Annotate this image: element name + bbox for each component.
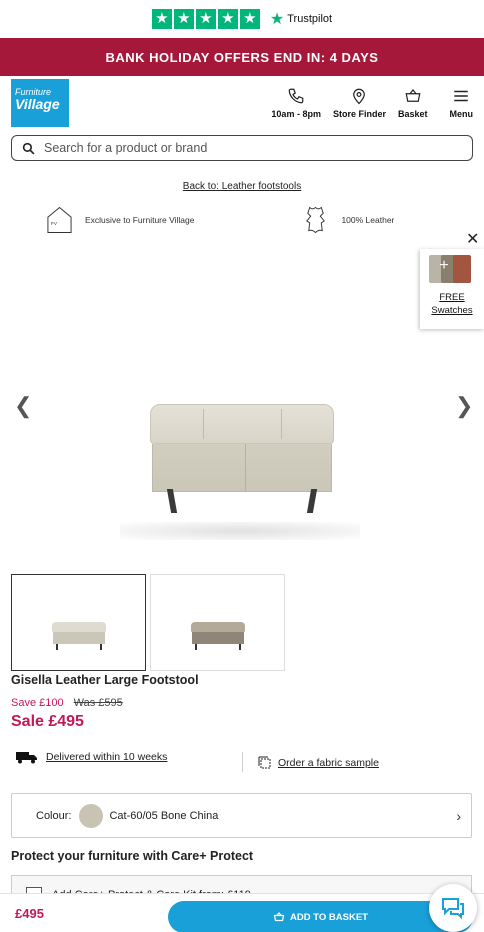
house-logo-icon: FV <box>47 206 72 234</box>
banner-text: BANK HOLIDAY OFFERS END IN: <box>105 49 326 65</box>
brand-logo[interactable]: Furniture Village <box>11 79 69 127</box>
phone-icon <box>288 88 304 104</box>
star-icon: ★ <box>217 9 238 29</box>
opening-hours-button[interactable]: 10am - 8pm <box>271 87 321 119</box>
free-swatches-tab[interactable]: + FREE Swatches <box>420 249 484 329</box>
swatches-free-label: FREE <box>439 292 465 303</box>
price-savings: Save £100 Was £595 <box>11 697 123 709</box>
trustpilot-brand: Trustpilot <box>287 13 333 25</box>
star-icon: ★ <box>173 9 194 29</box>
protect-heading: Protect your furniture with Care+ Protec… <box>11 849 254 863</box>
colour-value: Cat-60/05 Bone China <box>109 809 219 822</box>
product-shadow <box>120 522 360 540</box>
divider <box>242 752 243 772</box>
colour-swatch <box>79 803 104 828</box>
colour-selector[interactable]: Colour: Cat-60/05 Bone China › <box>11 793 472 838</box>
swatch-bundle-icon: + <box>429 255 475 287</box>
close-icon[interactable]: ✕ <box>466 229 479 249</box>
usp-exclusive-label: Exclusive to Furniture Village <box>85 215 195 225</box>
svg-text:FV: FV <box>51 221 58 227</box>
site-header: Furniture Village 10am - 8pm Store Finde… <box>0 77 484 129</box>
was-price: Was £595 <box>73 697 123 709</box>
chat-bubble-icon <box>442 898 464 920</box>
delivery-link[interactable]: Delivered within 10 weeks <box>46 751 167 763</box>
add-to-basket-label: ADD TO BASKET <box>290 911 368 923</box>
trustpilot-bar[interactable]: ★ ★ ★ ★ ★ ★ Trustpilot <box>0 0 484 38</box>
basket-label: Basket <box>397 109 428 119</box>
thumbnail-strip <box>11 574 285 671</box>
basket-icon <box>273 911 285 922</box>
sticky-bottom-bar: £495 ADD TO BASKET <box>0 893 484 932</box>
location-pin-icon <box>353 88 366 105</box>
trustpilot-star-icon: ★ <box>269 11 285 28</box>
star-icon: ★ <box>151 9 172 29</box>
store-finder-label: Store Finder <box>332 109 386 119</box>
thumbnail-1[interactable] <box>11 574 146 671</box>
basket-button[interactable]: Basket <box>398 87 428 119</box>
chevron-right-icon[interactable]: ❯ <box>455 393 473 419</box>
usp-leather-label: 100% Leather <box>341 215 395 225</box>
fabric-sample-link[interactable]: Order a fabric sample <box>278 757 379 769</box>
swatches-label: Swatches <box>431 305 473 316</box>
trustpilot-stars: ★ ★ ★ ★ ★ <box>151 9 260 29</box>
basket-icon <box>405 89 421 102</box>
star-icon: ★ <box>239 9 260 29</box>
search-placeholder: Search for a product or brand <box>44 141 208 155</box>
product-image-gallery[interactable]: ❮ ❯ <box>0 330 484 560</box>
usp-leather: 100% Leather <box>302 205 394 235</box>
search-icon <box>22 142 35 154</box>
hamburger-menu-icon <box>454 90 468 102</box>
store-finder-button[interactable]: Store Finder <box>333 87 386 119</box>
menu-button[interactable]: Menu <box>449 87 474 119</box>
leather-hide-icon <box>306 206 326 234</box>
thumbnail-2[interactable] <box>150 574 285 671</box>
product-main-image <box>150 404 334 513</box>
header-nav: 10am - 8pm Store Finder Basket Menu <box>259 87 473 119</box>
search-input[interactable]: Search for a product or brand <box>11 135 473 161</box>
fabric-sample[interactable]: Order a fabric sample <box>258 756 379 770</box>
usp-exclusive: FV Exclusive to Furniture Village <box>46 205 194 235</box>
usp-strip: FV Exclusive to Furniture Village 100% L… <box>0 204 484 236</box>
breadcrumb-back-link[interactable]: Back to: Leather footstools <box>0 181 484 192</box>
hours-label: 10am - 8pm <box>271 109 321 119</box>
chevron-right-icon: › <box>456 807 461 824</box>
trustpilot-logo: ★ Trustpilot <box>270 9 332 29</box>
star-icon: ★ <box>195 9 216 29</box>
bottom-price: £495 <box>15 905 44 921</box>
banner-countdown: 4 DAYS <box>329 49 379 65</box>
fabric-sample-icon <box>258 756 271 769</box>
delivery-info[interactable]: Delivered within 10 weeks <box>16 750 167 764</box>
chevron-left-icon[interactable]: ❮ <box>14 393 32 419</box>
menu-label: Menu <box>449 109 474 119</box>
sale-price: Sale £495 <box>11 713 84 730</box>
chat-button[interactable] <box>429 884 477 932</box>
add-to-basket-button[interactable]: ADD TO BASKET <box>168 901 473 932</box>
colour-label: Colour: <box>36 809 72 822</box>
save-amount: Save £100 <box>11 697 64 709</box>
logo-line-2: Village <box>15 96 60 112</box>
promo-banner[interactable]: BANK HOLIDAY OFFERS END IN: 4 DAYS <box>0 38 484 76</box>
product-title: Gisella Leather Large Footstool <box>11 673 199 687</box>
delivery-truck-icon <box>16 752 37 764</box>
